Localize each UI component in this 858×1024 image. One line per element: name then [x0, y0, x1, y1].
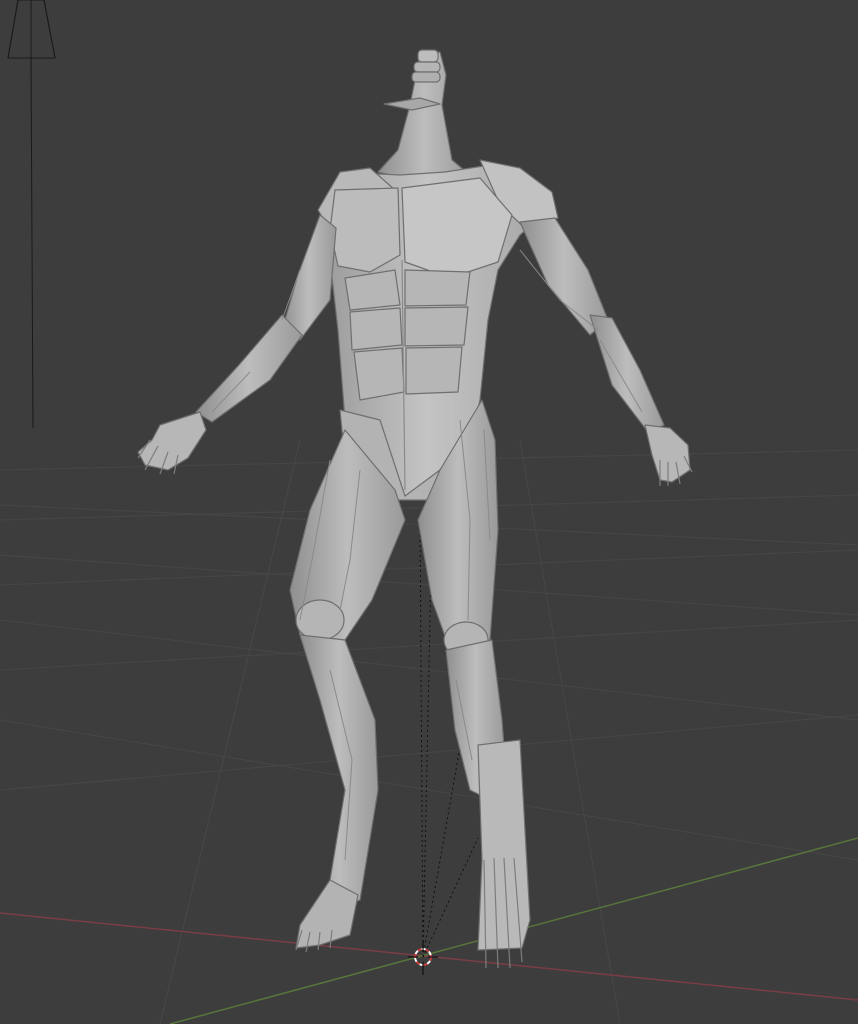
vertebra-top: [417, 49, 439, 63]
left-upper-arm: [281, 214, 337, 341]
camera-object[interactable]: [7, 0, 56, 429]
abdominal-muscles: [344, 269, 471, 401]
left-foot: [295, 879, 359, 949]
right-forearm: [589, 314, 665, 433]
right-ankle-foot: [477, 739, 531, 951]
viewport-canvas[interactable]: [0, 0, 858, 1024]
vertebra-3: [411, 71, 441, 83]
3d-viewport[interactable]: [0, 0, 858, 1024]
left-hand: [137, 411, 207, 471]
pectoral-left: [329, 187, 401, 273]
anatomy-model[interactable]: [137, 49, 693, 969]
left-forearm: [195, 314, 303, 423]
vertebra-2: [413, 61, 441, 73]
left-shin: [299, 634, 379, 911]
